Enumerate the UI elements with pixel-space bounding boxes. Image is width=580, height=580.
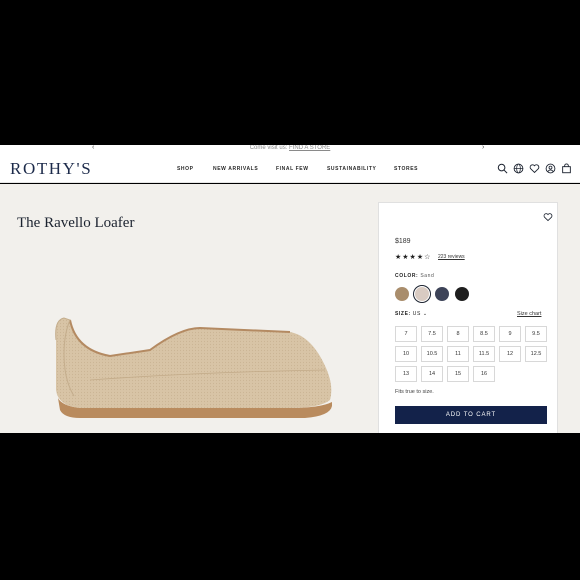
find-store-link[interactable]: FIND A STORE (289, 145, 330, 151)
color-value: Sand (420, 273, 435, 279)
add-to-cart-button[interactable]: ADD TO CART (395, 406, 547, 424)
size-option[interactable]: 8.5 (473, 326, 495, 342)
chevron-left-icon[interactable]: ‹ (92, 145, 94, 151)
rating-stars: ★★★★☆ (395, 254, 432, 261)
size-label: SIZE: US ⌄ (395, 311, 428, 317)
size-option[interactable]: 16 (473, 366, 495, 382)
globe-icon[interactable] (513, 163, 524, 174)
reviews-link[interactable]: 223 reviews (438, 254, 465, 260)
size-option[interactable]: 14 (421, 366, 443, 382)
size-chart-link[interactable]: Size chart (517, 311, 541, 317)
size-option[interactable]: 7.5 (421, 326, 443, 342)
swatch-sand[interactable] (395, 287, 409, 301)
size-option[interactable]: 10.5 (421, 346, 443, 362)
size-region-select[interactable]: US (413, 311, 421, 317)
nav-stores[interactable]: STORES (394, 166, 418, 172)
size-option[interactable]: 12.5 (525, 346, 547, 362)
promo-bar: ‹ Come visit us: FIND A STORE › (0, 145, 580, 155)
brand-logo[interactable]: ROTHY'S (10, 159, 92, 179)
size-option[interactable]: 12 (499, 346, 521, 362)
fit-note: Fits true to size. (395, 389, 434, 395)
nav-new-arrivals[interactable]: NEW ARRIVALS (213, 166, 258, 172)
swatch-black[interactable] (455, 287, 469, 301)
search-icon[interactable] (497, 163, 508, 174)
header-icons (497, 163, 572, 174)
product-info-card (378, 202, 558, 433)
swatch-navy[interactable] (435, 287, 449, 301)
size-option[interactable]: 9.5 (525, 326, 547, 342)
promo-text: Come visit us: (249, 145, 290, 151)
product-title: The Ravello Loafer (17, 215, 135, 231)
nav-final-few[interactable]: FINAL FEW (276, 166, 309, 172)
size-grid: 7 7.5 8 8.5 9 9.5 10 10.5 11 11.5 12 12.… (395, 326, 547, 382)
site-header: ROTHY'S SHOP NEW ARRIVALS FINAL FEW SUST… (0, 155, 580, 183)
size-option[interactable]: 11 (447, 346, 469, 362)
product-price: $189 (395, 238, 411, 245)
size-option[interactable]: 9 (499, 326, 521, 342)
heart-icon[interactable] (529, 163, 540, 174)
bag-icon[interactable] (561, 163, 572, 174)
size-option[interactable]: 13 (395, 366, 417, 382)
chevron-down-icon[interactable]: ⌄ (421, 311, 428, 317)
size-option[interactable]: 15 (447, 366, 469, 382)
wishlist-heart-icon[interactable] (543, 212, 553, 222)
loafer-product-image[interactable] (50, 310, 340, 422)
size-option[interactable]: 10 (395, 346, 417, 362)
account-icon[interactable] (545, 163, 556, 174)
nav-sustainability[interactable]: SUSTAINABILITY (327, 166, 376, 172)
nav-shop[interactable]: SHOP (177, 166, 194, 172)
size-option[interactable]: 8 (447, 326, 469, 342)
chevron-right-icon[interactable]: › (482, 145, 484, 151)
size-option[interactable]: 11.5 (473, 346, 495, 362)
color-label: COLOR: Sand (395, 273, 435, 279)
size-option[interactable]: 7 (395, 326, 417, 342)
swatch-blush[interactable] (415, 287, 429, 301)
